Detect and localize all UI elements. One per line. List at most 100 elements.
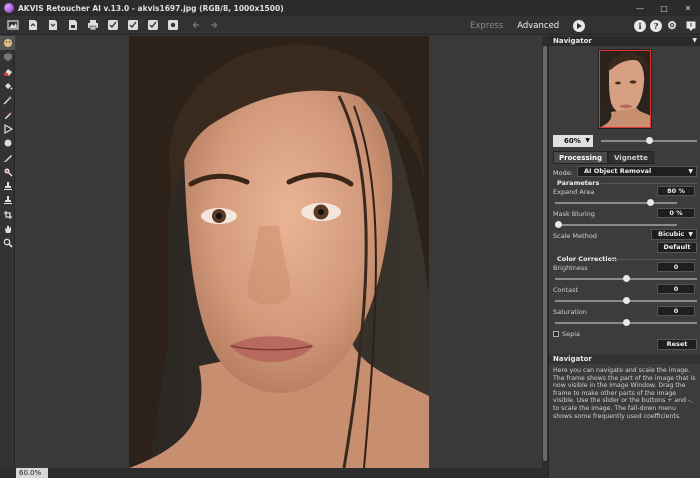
magic-wand-icon[interactable]: [0, 93, 15, 107]
close-button[interactable]: ✕: [676, 0, 700, 16]
face-tool-icon[interactable]: [0, 36, 15, 51]
zoom-slider[interactable]: [601, 137, 697, 144]
help-title: Navigator: [553, 355, 592, 363]
tab-vignette[interactable]: Vignette: [608, 151, 654, 164]
navigator-thumbnail[interactable]: [598, 49, 652, 129]
zoom-slider-knob[interactable]: [645, 137, 653, 144]
preset-check-icon[interactable]: [106, 18, 120, 32]
contrast-value[interactable]: 0: [657, 284, 695, 294]
mask-bluring-label: Mask Bluring: [553, 210, 595, 218]
print-icon[interactable]: [86, 18, 100, 32]
saturation-value[interactable]: 0: [657, 306, 695, 316]
open-icon[interactable]: [26, 18, 40, 32]
home-icon[interactable]: [6, 18, 20, 32]
hand-icon[interactable]: [0, 222, 15, 236]
mode-express-tab[interactable]: Express: [470, 21, 503, 31]
color-correction-title: Color Correction: [557, 255, 617, 263]
fill-icon[interactable]: [0, 79, 15, 93]
undo-icon[interactable]: [190, 18, 204, 32]
mask-bluring-slider[interactable]: [555, 221, 677, 228]
contrast-slider[interactable]: [555, 297, 697, 304]
zoom-status: 60.0%: [16, 468, 48, 478]
chevron-down-icon: ▼: [688, 168, 693, 175]
zoom-dropdown[interactable]: 60% ▼: [553, 135, 593, 147]
pencil-icon[interactable]: [0, 107, 15, 121]
scale-method-label: Scale Method: [553, 232, 597, 240]
scale-method-dropdown[interactable]: Bicubic ▼: [651, 229, 697, 240]
maximize-button[interactable]: □: [652, 0, 676, 16]
expand-area-slider[interactable]: [555, 199, 677, 206]
eraser-icon[interactable]: [0, 65, 15, 79]
notifications-icon[interactable]: [684, 19, 698, 33]
contrast-knob[interactable]: [622, 297, 630, 304]
info-button[interactable]: i: [634, 19, 646, 32]
mode-dropdown[interactable]: AI Object Removal ▼: [577, 166, 697, 177]
mode-label: Mode:: [553, 169, 573, 177]
mode-dropdown-value: AI Object Removal: [584, 167, 652, 175]
expand-area-value[interactable]: 80 %: [657, 186, 695, 196]
divider: [611, 259, 697, 260]
stamp2-icon[interactable]: [0, 193, 15, 207]
scale-method-value: Bicubic: [658, 230, 685, 238]
brightness-value[interactable]: 0: [657, 262, 695, 272]
export-icon[interactable]: [66, 18, 80, 32]
main-toolbar: Express Advanced i ? ⚙: [0, 16, 700, 35]
title-bar: AKVIS Retoucher AI v.13.0 - akvis1697.jp…: [0, 0, 700, 16]
saturation-knob[interactable]: [622, 319, 630, 326]
window-title: AKVIS Retoucher AI v.13.0 - akvis1697.jp…: [18, 3, 284, 13]
save-icon[interactable]: [46, 18, 60, 32]
reset-button[interactable]: Reset: [657, 339, 697, 350]
zoom-icon[interactable]: [0, 236, 15, 250]
sepia-label: Sepia: [562, 330, 581, 338]
crop-icon[interactable]: [0, 208, 15, 222]
divider: [601, 183, 697, 184]
brightness-knob[interactable]: [622, 275, 630, 282]
akvis-logo-icon: [4, 3, 14, 13]
lasso-icon[interactable]: [0, 122, 15, 136]
mask-bluring-value[interactable]: 0 %: [657, 208, 695, 218]
preset-check3-icon[interactable]: [146, 18, 160, 32]
help-text: Here you can navigate and scale the imag…: [553, 367, 696, 420]
play-icon: [577, 22, 583, 29]
mode-advanced-tab[interactable]: Advanced: [517, 21, 559, 31]
collapse-icon[interactable]: ▼: [692, 36, 697, 46]
mask-bluring-knob[interactable]: [555, 221, 562, 228]
status-bar: 60.0%: [0, 468, 548, 478]
preset-check2-icon[interactable]: [126, 18, 140, 32]
chevron-down-icon: ▼: [585, 137, 590, 144]
settings-button[interactable]: ⚙: [666, 19, 678, 32]
brush-icon[interactable]: [0, 150, 15, 164]
image-window[interactable]: [16, 36, 544, 468]
tab-processing[interactable]: Processing: [553, 151, 609, 164]
navigator-title: Navigator: [553, 37, 592, 45]
settings-panel: Navigator ▼ 60% ▼ Processing Vignette Mo…: [548, 36, 700, 478]
chevron-down-icon: ▼: [688, 231, 693, 238]
sepia-checkbox[interactable]: [553, 331, 559, 337]
help-button[interactable]: ?: [650, 19, 662, 32]
preset-settings-icon[interactable]: [166, 18, 180, 32]
brightness-label: Brightness: [553, 264, 588, 272]
scrollbar-thumb[interactable]: [543, 46, 547, 461]
shield-icon[interactable]: [0, 50, 15, 64]
brightness-slider[interactable]: [555, 275, 697, 282]
zoom-dropdown-value: 60%: [564, 137, 581, 145]
saturation-label: Saturation: [553, 308, 587, 316]
navigator-header[interactable]: Navigator ▼: [549, 36, 700, 46]
blob-icon[interactable]: [0, 136, 15, 150]
default-button[interactable]: Default: [657, 242, 697, 253]
stamp-icon[interactable]: [0, 179, 15, 193]
redo-icon[interactable]: [206, 18, 220, 32]
app-window: AKVIS Retoucher AI v.13.0 - akvis1697.jp…: [0, 0, 700, 478]
contrast-label: Contast: [553, 286, 579, 294]
settings-tabs: Processing Vignette: [553, 151, 654, 164]
saturation-slider[interactable]: [555, 319, 697, 326]
tools-panel: [0, 36, 15, 468]
run-button[interactable]: [573, 19, 586, 32]
chisel-icon[interactable]: [0, 165, 15, 179]
help-header: Navigator: [549, 354, 700, 364]
expand-area-knob[interactable]: [647, 199, 654, 206]
navigator-frame[interactable]: [599, 50, 651, 128]
parameters-title: Parameters: [557, 179, 600, 187]
minimize-button[interactable]: —: [628, 0, 652, 16]
portrait-photo[interactable]: [129, 36, 429, 468]
